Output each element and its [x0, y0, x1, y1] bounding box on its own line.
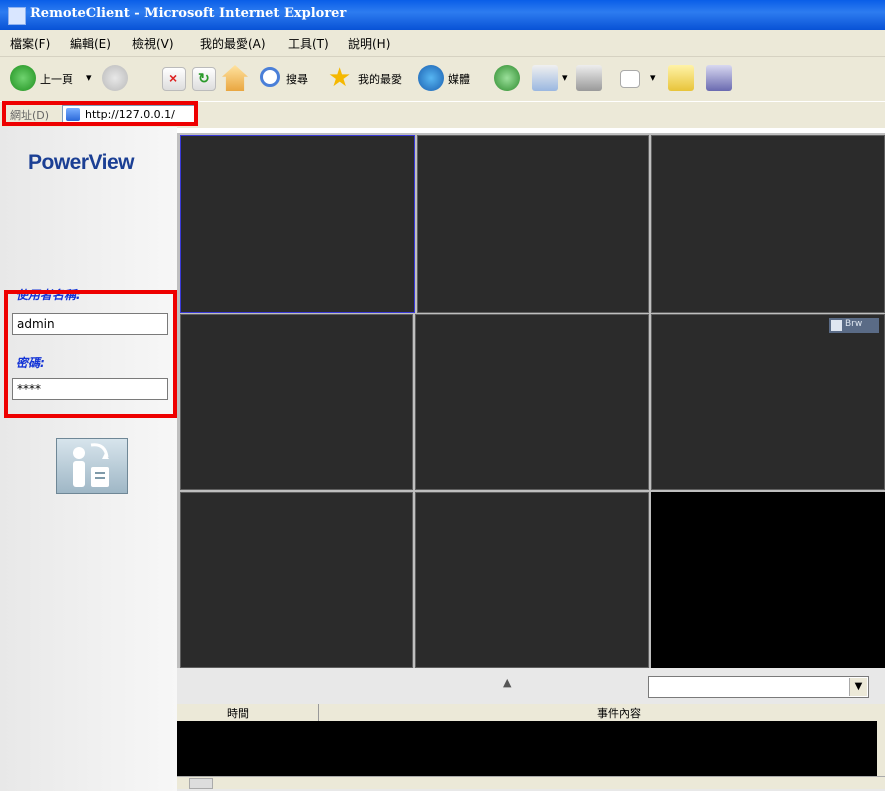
menu-tools[interactable]: 工具(T) — [288, 35, 329, 52]
search-icon[interactable] — [260, 67, 280, 87]
video-cell-8[interactable] — [415, 492, 649, 668]
menu-bar: 檔案(F) 編輯(E) 檢視(V) 我的最愛(A) 工具(T) 說明(H) — [0, 30, 885, 57]
address-highlight-box — [2, 101, 198, 126]
app-logo: PowerView — [28, 151, 135, 174]
login-panel: PowerView 使用者名稱: admin 密碼: **** — [0, 127, 177, 791]
window-icon — [831, 320, 842, 331]
search-button-label[interactable]: 搜尋 — [286, 71, 308, 87]
login-button[interactable] — [56, 438, 128, 494]
video-cell-7[interactable] — [180, 492, 413, 668]
print-icon[interactable] — [576, 65, 602, 91]
video-cell-6[interactable]: Brw — [651, 314, 885, 490]
refresh-icon[interactable]: ↻ — [192, 67, 216, 91]
stop-icon[interactable]: × — [162, 67, 186, 91]
back-button-label[interactable]: 上一頁 — [40, 71, 73, 87]
event-filter-select[interactable]: ▼ — [648, 676, 869, 698]
video-cell-9[interactable] — [651, 492, 885, 668]
messenger-icon[interactable] — [706, 65, 732, 91]
back-dropdown-icon[interactable]: ▾ — [86, 71, 92, 84]
column-event-content[interactable]: 事件內容 — [597, 705, 641, 721]
menu-help[interactable]: 說明(H) — [348, 35, 390, 52]
media-icon[interactable] — [418, 65, 444, 91]
video-grid: Brw — [177, 133, 885, 668]
column-time[interactable]: 時間 — [227, 705, 249, 721]
video-cell-4[interactable] — [180, 314, 413, 490]
chevron-down-icon[interactable]: ▼ — [849, 678, 867, 696]
favorites-star-icon[interactable]: ★ — [328, 65, 354, 91]
event-table-body — [177, 721, 877, 776]
mail-icon[interactable] — [532, 65, 558, 91]
horizontal-scrollbar[interactable] — [177, 776, 885, 789]
video-cell-2[interactable] — [417, 135, 649, 313]
discuss-icon[interactable] — [668, 65, 694, 91]
menu-favorites[interactable]: 我的最愛(A) — [200, 35, 266, 52]
scroll-thumb[interactable] — [189, 778, 213, 789]
user-login-icon — [73, 443, 109, 487]
event-table: 時間 事件內容 — [177, 704, 885, 789]
menu-edit[interactable]: 編輯(E) — [70, 35, 111, 52]
vertical-scrollbar[interactable] — [877, 721, 885, 776]
video-cell-1[interactable] — [180, 135, 415, 313]
edit-dropdown-icon[interactable]: ▾ — [650, 71, 656, 84]
toolbar: 上一頁 ▾ × ↻ 搜尋 ★ 我的最愛 媒體 ▾ ▾ — [0, 57, 885, 101]
history-icon[interactable] — [494, 65, 520, 91]
overlay-label: Brw — [845, 319, 863, 329]
login-highlight-box — [4, 290, 177, 418]
title-bar: RemoteClient - Microsoft Internet Explor… — [0, 0, 885, 30]
window-title: RemoteClient - Microsoft Internet Explor… — [30, 6, 347, 21]
menu-file[interactable]: 檔案(F) — [10, 35, 50, 52]
back-arrow-icon[interactable] — [10, 65, 36, 91]
menu-view[interactable]: 檢視(V) — [132, 35, 174, 52]
video-cell-5[interactable] — [415, 314, 649, 490]
mail-dropdown-icon[interactable]: ▾ — [562, 71, 568, 84]
media-button-label[interactable]: 媒體 — [448, 71, 470, 87]
ie-icon — [8, 7, 26, 25]
expand-arrow-icon[interactable]: ▲ — [503, 676, 511, 689]
home-icon[interactable] — [222, 65, 248, 91]
video-cell-3[interactable] — [651, 135, 885, 313]
column-divider — [318, 704, 319, 721]
event-table-header: 時間 事件內容 — [177, 704, 885, 722]
overlay-tag: Brw — [829, 318, 879, 333]
favorites-button-label[interactable]: 我的最愛 — [358, 71, 402, 87]
edit-icon[interactable] — [620, 70, 640, 88]
forward-arrow-icon[interactable] — [102, 65, 128, 91]
